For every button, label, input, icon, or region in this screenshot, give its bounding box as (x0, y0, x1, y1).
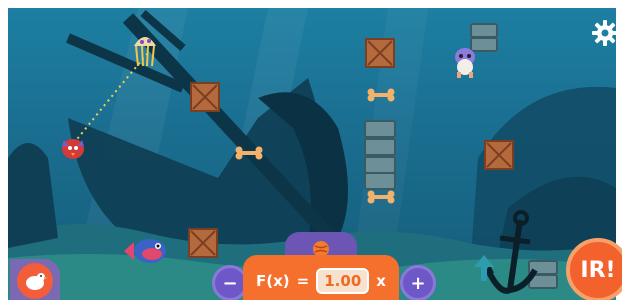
chicken-icon (26, 273, 48, 290)
fish-character (124, 239, 166, 263)
bone-item (367, 88, 395, 102)
plus-label: + (410, 272, 426, 294)
go-button-label: IR! (580, 257, 616, 283)
red-bird-character (62, 139, 84, 159)
coefficient-value-field[interactable]: 1.00 (316, 268, 370, 294)
wooden-crate (190, 82, 220, 112)
settings-button[interactable] (590, 18, 620, 48)
formula-bar: F(x) = 1.00 x (243, 255, 399, 300)
variable-suffix: x (376, 272, 386, 290)
wooden-crate (484, 140, 514, 170)
wooden-crate (188, 228, 218, 258)
bone-item (367, 190, 395, 204)
purple-critter (455, 48, 475, 78)
jellyfish-creature (134, 37, 156, 67)
go-button[interactable]: IR! (566, 238, 622, 300)
character-select-panel (10, 259, 60, 300)
equals-sign: = (296, 272, 310, 290)
game-stage: − F(x) = 1.00 x + IR! (0, 0, 622, 300)
gear-icon (592, 20, 618, 46)
formula-label: F(x) (256, 272, 290, 290)
character-select-button[interactable] (17, 263, 53, 299)
increase-button[interactable]: + (400, 265, 436, 300)
up-arrow-icon (474, 255, 494, 281)
stone-block-stack (364, 120, 396, 190)
minus-label: − (222, 272, 238, 294)
wooden-crate (365, 38, 395, 68)
bone-item (235, 146, 263, 160)
